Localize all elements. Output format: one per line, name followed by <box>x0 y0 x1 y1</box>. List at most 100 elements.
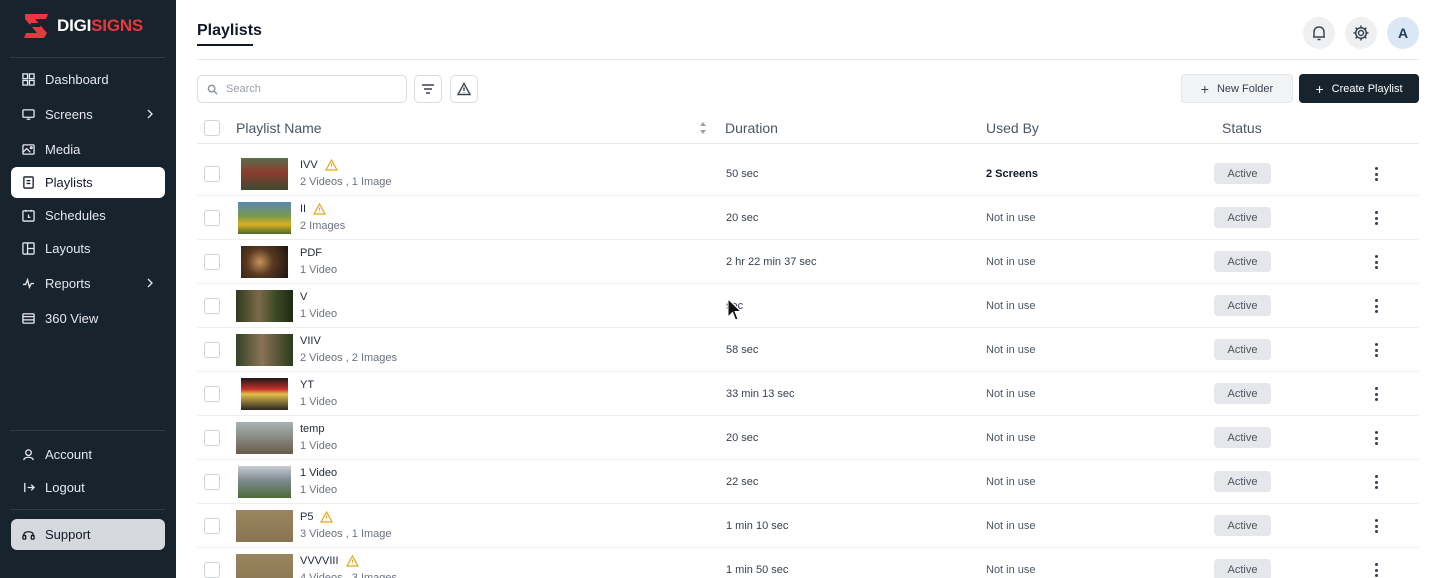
playlist-name-text: II <box>300 203 307 215</box>
playlist-used-by: Not in use <box>986 432 1036 444</box>
row-actions-menu-icon[interactable] <box>1369 165 1383 183</box>
table-row[interactable]: temp 1 Video 20 sec Not in use Active <box>197 416 1419 460</box>
plus-icon: + <box>1315 80 1324 97</box>
row-actions-menu-icon[interactable] <box>1369 473 1383 491</box>
sidebar-item-playlists[interactable]: Playlists <box>11 167 165 198</box>
sidebar-item-media[interactable]: Media <box>11 134 165 165</box>
row-checkbox[interactable] <box>204 518 220 534</box>
table-row[interactable]: II 2 Images 20 sec Not in use Active <box>197 196 1419 240</box>
dashboard-icon <box>21 73 35 87</box>
table-row[interactable]: 1 Video 1 Video 22 sec Not in use Active <box>197 460 1419 504</box>
row-actions-menu-icon[interactable] <box>1369 429 1383 447</box>
table-row[interactable]: VIIV 2 Videos , 2 Images 58 sec Not in use A… <box>197 328 1419 372</box>
sidebar-item-layouts[interactable]: Layouts <box>11 233 165 264</box>
sidebar-item-schedules[interactable]: Schedules <box>11 200 165 231</box>
row-checkbox[interactable] <box>204 386 220 402</box>
row-actions-menu-icon[interactable] <box>1369 385 1383 403</box>
playlist-name-text: VIIV <box>300 335 321 347</box>
row-checkbox[interactable] <box>204 474 220 490</box>
playlist-name[interactable]: II <box>300 203 327 215</box>
playlist-used-by: Not in use <box>986 476 1036 488</box>
row-checkbox[interactable] <box>204 166 220 182</box>
row-actions-menu-icon[interactable] <box>1369 209 1383 227</box>
status-badge: Active <box>1214 471 1271 492</box>
playlist-name[interactable]: VIIV <box>300 335 321 347</box>
playlist-contents: 2 Videos , 1 Image <box>300 176 392 188</box>
table-icon <box>21 312 35 326</box>
playlist-name-text: VVVVIII <box>300 555 339 567</box>
column-header-playlist-name[interactable]: Playlist Name <box>236 120 322 136</box>
search-input[interactable] <box>226 83 396 95</box>
status-badge: Active <box>1214 427 1271 448</box>
playlist-name[interactable]: PDF <box>300 247 322 259</box>
playlist-used-by[interactable]: 2 Screens <box>986 168 1038 180</box>
sidebar-item-360-view[interactable]: 360 View <box>11 303 165 334</box>
playlist-duration: 1 min 50 sec <box>726 564 789 576</box>
brand-name: DIGISIGNS <box>57 16 144 35</box>
playlist-name[interactable]: VVVVIII <box>300 555 359 567</box>
sort-icon[interactable] <box>698 120 708 136</box>
table-row[interactable]: YT 1 Video 33 min 13 sec Not in use Active <box>197 372 1419 416</box>
row-actions-menu-icon[interactable] <box>1369 561 1383 578</box>
avatar[interactable]: A <box>1387 17 1419 49</box>
new-folder-button[interactable]: + New Folder <box>1181 74 1293 103</box>
playlist-name[interactable]: P5 <box>300 511 334 523</box>
sidebar-item-screens[interactable]: Screens <box>11 99 165 130</box>
sidebar-item-account[interactable]: Account <box>11 439 165 470</box>
sidebar-item-dashboard[interactable]: Dashboard <box>11 64 165 95</box>
playlist-contents: 1 Video <box>300 396 338 408</box>
playlist-thumbnail <box>241 378 288 410</box>
playlist-name[interactable]: V <box>300 291 307 303</box>
select-all-checkbox[interactable] <box>204 120 220 136</box>
row-checkbox[interactable] <box>204 210 220 226</box>
table-row[interactable]: V1 VideosecNot in useActive <box>197 284 1419 328</box>
row-checkbox[interactable] <box>204 298 220 314</box>
table-row[interactable]: VVVVIII 4 Videos , 3 Images 1 min 50 sec No… <box>197 548 1419 578</box>
row-checkbox[interactable] <box>204 562 220 578</box>
row-checkbox[interactable] <box>204 254 220 270</box>
sidebar-item-label: Layouts <box>45 241 91 256</box>
warning-icon <box>313 203 327 215</box>
warning-icon <box>345 555 359 567</box>
row-actions-menu-icon[interactable] <box>1369 341 1383 359</box>
chevron-right-icon <box>147 109 153 119</box>
sidebar-item-label: Reports <box>45 276 91 291</box>
playlist-duration: 50 sec <box>726 168 759 180</box>
table-row[interactable]: PDF 1 Video 2 hr 22 min 37 sec Not in use Ac… <box>197 240 1419 284</box>
sidebar-item-label: 360 View <box>45 311 99 326</box>
row-actions-menu-icon[interactable] <box>1369 517 1383 535</box>
logo[interactable]: DIGISIGNS <box>22 12 143 40</box>
row-actions-menu-icon[interactable] <box>1369 297 1383 315</box>
sidebar: DIGISIGNS Dashboard Screens Media Playli… <box>0 0 176 578</box>
playlist-name[interactable]: temp <box>300 423 324 435</box>
notifications-button[interactable] <box>1303 17 1335 49</box>
playlist-used-by: Not in use <box>986 520 1036 532</box>
sidebar-item-logout[interactable]: Logout <box>11 472 165 503</box>
playlist-thumbnail <box>236 290 293 322</box>
settings-button[interactable] <box>1345 17 1377 49</box>
create-playlist-button[interactable]: + Create Playlist <box>1299 74 1419 103</box>
row-checkbox[interactable] <box>204 430 220 446</box>
mouse-cursor <box>727 298 743 321</box>
warnings-filter-button[interactable] <box>450 75 478 103</box>
support-button[interactable]: Support <box>11 519 165 550</box>
new-folder-label: New Folder <box>1216 82 1274 95</box>
filter-button[interactable] <box>414 75 442 103</box>
row-actions-menu-icon[interactable] <box>1369 253 1383 271</box>
playlist-contents: 2 Videos , 2 Images <box>300 352 398 364</box>
playlist-contents: 1 Video <box>300 440 338 452</box>
media-icon <box>21 143 35 157</box>
playlist-name[interactable]: 1 Video <box>300 467 337 479</box>
playlist-name[interactable]: YT <box>300 379 314 391</box>
table-row[interactable]: IVV 2 Videos , 1 Image 50 sec 2 Screens Acti… <box>197 152 1419 196</box>
user-icon <box>21 448 35 462</box>
search-box[interactable] <box>197 75 407 103</box>
table-row[interactable]: P5 3 Videos , 1 Image 1 min 10 sec Not in u… <box>197 504 1419 548</box>
playlist-name-text: IVV <box>300 159 318 171</box>
sidebar-item-reports[interactable]: Reports <box>11 268 165 299</box>
playlist-name[interactable]: IVV <box>300 159 338 171</box>
status-badge: Active <box>1214 559 1271 578</box>
row-checkbox[interactable] <box>204 342 220 358</box>
brand-logo-icon <box>24 14 48 38</box>
playlist-duration: 33 min 13 sec <box>726 388 795 400</box>
